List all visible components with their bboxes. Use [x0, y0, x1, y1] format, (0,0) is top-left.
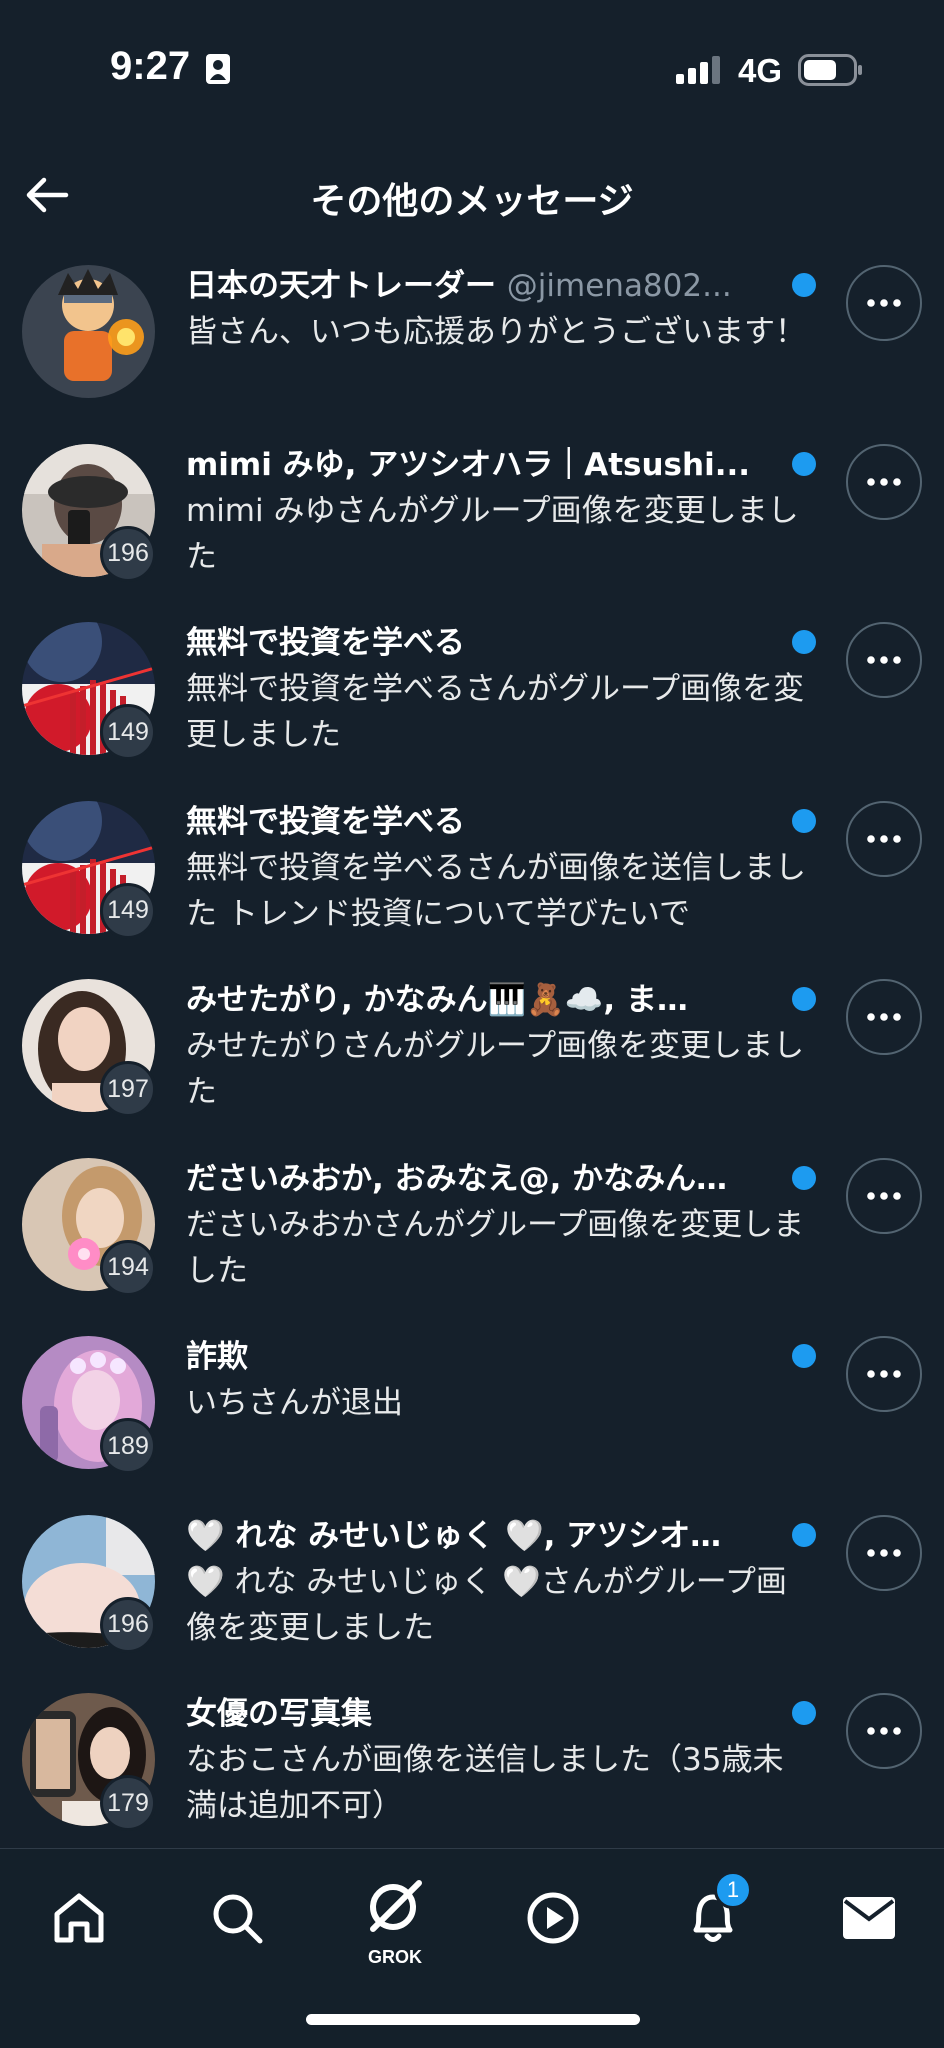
conversation-title: 女優の写真集 — [186, 1696, 372, 1732]
page-title: その他のメッセージ — [310, 181, 634, 222]
more-dots-icon — [867, 1191, 901, 1200]
member-count-badge: 196 — [100, 525, 156, 582]
conversation-text: 日本の天才トレーダー @jimena802... 皆さん、いつも応援ありがとうご… — [186, 263, 806, 355]
grok-label: GROK — [368, 1947, 422, 1967]
conversation-snippet: 無料で投資を学べるさんがグループ画像を変更しました — [186, 671, 805, 753]
tab-notifications[interactable]: 1 — [668, 1871, 758, 1963]
conversation-text: 詐欺 いちさんが退出 — [186, 1334, 806, 1426]
conversation-name: 日本の天才トレーダー — [186, 268, 496, 304]
more-options-button[interactable] — [846, 1157, 922, 1234]
conversation-list: 日本の天才トレーダー @jimena802... 皆さん、いつも応援ありがとうご… — [0, 255, 944, 1862]
unread-dot — [792, 1165, 816, 1190]
member-count-badge: 149 — [100, 882, 156, 939]
unread-dot — [792, 273, 816, 297]
header: その他のメッセージ — [0, 150, 944, 240]
conversation-text: 無料で投資を学べる 無料で投資を学べるさんが画像を送信しました トレンド投資につ… — [186, 799, 806, 937]
conversation-title: 日本の天才トレーダー @jimena802... — [186, 263, 776, 309]
more-options-button[interactable] — [846, 1514, 922, 1591]
tab-messages[interactable] — [824, 1873, 914, 1963]
member-count-badge: 196 — [100, 1596, 156, 1653]
tab-grok[interactable]: GROK — [350, 1873, 440, 1967]
conversation-row[interactable]: 189 詐欺 いちさんが退出 — [0, 1326, 944, 1505]
more-options-button[interactable] — [846, 443, 922, 520]
unread-dot — [792, 1344, 816, 1368]
conversation-text: ださいみおか, おみなえ@, かなみん… ださいみおかさんがグループ画像を変更し… — [186, 1156, 806, 1294]
tab-home[interactable] — [34, 1873, 124, 1963]
more-options-button[interactable] — [846, 622, 922, 698]
more-options-button[interactable] — [846, 800, 922, 877]
conversation-handle: @jimena802... — [506, 268, 732, 304]
grok-icon — [370, 1880, 422, 1932]
status-time: 9:27 — [110, 44, 191, 88]
tab-search[interactable] — [192, 1873, 282, 1963]
conversation-title: mimi みゆ, アツシオハラ｜Atsushi... — [186, 446, 751, 483]
member-count-badge: 197 — [100, 1061, 156, 1117]
conversation-row[interactable]: 149 無料で投資を学べる 無料で投資を学べるさんが画像を送信しました トレンド… — [0, 791, 944, 970]
more-dots-icon — [867, 477, 901, 486]
more-options-button[interactable] — [846, 1693, 922, 1769]
member-count-badge: 149 — [100, 704, 156, 760]
conversation-text: mimi みゆ, アツシオハラ｜Atsushi... mimi みゆさんがグルー… — [186, 442, 806, 580]
play-circle-icon — [527, 1892, 579, 1944]
tab-video[interactable] — [508, 1873, 598, 1963]
search-icon — [213, 1894, 263, 1944]
conversation-row[interactable]: 194 ださいみおか, おみなえ@, かなみん… ださいみおかさんがグループ画像… — [0, 1148, 944, 1327]
battery-icon — [798, 54, 862, 86]
more-dots-icon — [867, 656, 901, 664]
conversation-row[interactable]: 196 mimi みゆ, アツシオハラ｜Atsushi... mimi みゆさん… — [0, 434, 944, 613]
more-dots-icon — [867, 299, 901, 307]
avatar — [22, 265, 155, 398]
conversation-text: 🤍 れな みせいじゅく 🤍, アツシオ… 🤍 れな みせいじゅく 🤍さんがグルー… — [186, 1513, 806, 1651]
conversation-snippet: 皆さん、いつも応援ありがとうございます！ — [186, 314, 806, 350]
mail-icon — [843, 1897, 895, 1939]
home-indicator[interactable] — [306, 2014, 640, 2025]
conversation-title: 無料で投資を学べる — [186, 803, 465, 840]
more-options-button[interactable] — [846, 979, 922, 1055]
unread-dot — [792, 451, 816, 476]
conversation-row[interactable]: 日本の天才トレーダー @jimena802... 皆さん、いつも応援ありがとうご… — [0, 255, 944, 434]
unread-dot — [792, 1522, 816, 1547]
conversation-text: 女優の写真集 なおこさんが画像を送信しました（35歳未満は追加不可） — [186, 1691, 806, 1829]
conversation-text: みせたがり, かなみん🎹🧸☁️, ま… みせたがりさんがグループ画像を変更しまし… — [186, 977, 806, 1115]
unread-dot — [792, 808, 816, 833]
conversation-title: 詐欺 — [186, 1339, 248, 1375]
conversation-snippet: 無料で投資を学べるさんが画像を送信しました トレンド投資について学びたいで — [186, 849, 806, 932]
home-icon — [54, 1893, 104, 1943]
conversation-title: 🤍 れな みせいじゅく 🤍, アツシオ… — [186, 1517, 722, 1554]
conversation-snippet: ださいみおかさんがグループ画像を変更しました — [186, 1206, 805, 1289]
conversation-snippet: みせたがりさんがグループ画像を変更しました — [186, 1028, 805, 1110]
more-options-button[interactable] — [846, 265, 922, 341]
network-type: 4G — [738, 52, 783, 89]
unread-dot — [792, 630, 816, 654]
conversation-snippet: mimi みゆさんがグループ画像を変更しました — [186, 492, 799, 575]
member-count-badge: 194 — [100, 1239, 156, 1296]
more-dots-icon — [867, 1013, 901, 1021]
more-dots-icon — [867, 1548, 901, 1557]
notification-count-badge: 1 — [714, 1871, 752, 1909]
conversation-snippet: いちさんが退出 — [186, 1385, 403, 1421]
unread-dot — [792, 1701, 816, 1725]
cellular-signal-icon — [676, 56, 720, 84]
conversation-title: みせたがり, かなみん🎹🧸☁️, ま… — [186, 982, 688, 1018]
conversation-row[interactable]: 196 🤍 れな みせいじゅく 🤍, アツシオ… 🤍 れな みせいじゅく 🤍さん… — [0, 1505, 944, 1684]
conversation-title: 無料で投資を学べる — [186, 625, 465, 661]
conversation-snippet: なおこさんが画像を送信しました（35歳未満は追加不可） — [186, 1742, 784, 1824]
conversation-title: ださいみおか, おみなえ@, かなみん… — [186, 1160, 728, 1197]
more-dots-icon — [867, 1370, 901, 1378]
more-options-button[interactable] — [846, 1336, 922, 1412]
contact-card-icon — [206, 54, 230, 84]
more-dots-icon — [867, 834, 901, 843]
messages-screen: 9:27 4G その他のメッセージ 日本の天才トレーダー @jimena802.… — [0, 0, 944, 2048]
conversation-row[interactable]: 179 女優の写真集 なおこさんが画像を送信しました（35歳未満は追加不可） — [0, 1683, 944, 1862]
member-count-badge: 179 — [100, 1775, 156, 1831]
member-count-badge: 189 — [100, 1418, 156, 1474]
conversation-snippet: 🤍 れな みせいじゅく 🤍さんがグループ画像を変更しました — [186, 1563, 787, 1646]
more-dots-icon — [867, 1727, 901, 1735]
unread-dot — [792, 987, 816, 1011]
status-bar: 9:27 4G — [0, 0, 944, 140]
conversation-row[interactable]: 149 無料で投資を学べる 無料で投資を学べるさんがグループ画像を変更しました — [0, 612, 944, 791]
conversation-text: 無料で投資を学べる 無料で投資を学べるさんがグループ画像を変更しました — [186, 620, 806, 758]
conversation-row[interactable]: 197 みせたがり, かなみん🎹🧸☁️, ま… みせたがりさんがグループ画像を変… — [0, 969, 944, 1148]
